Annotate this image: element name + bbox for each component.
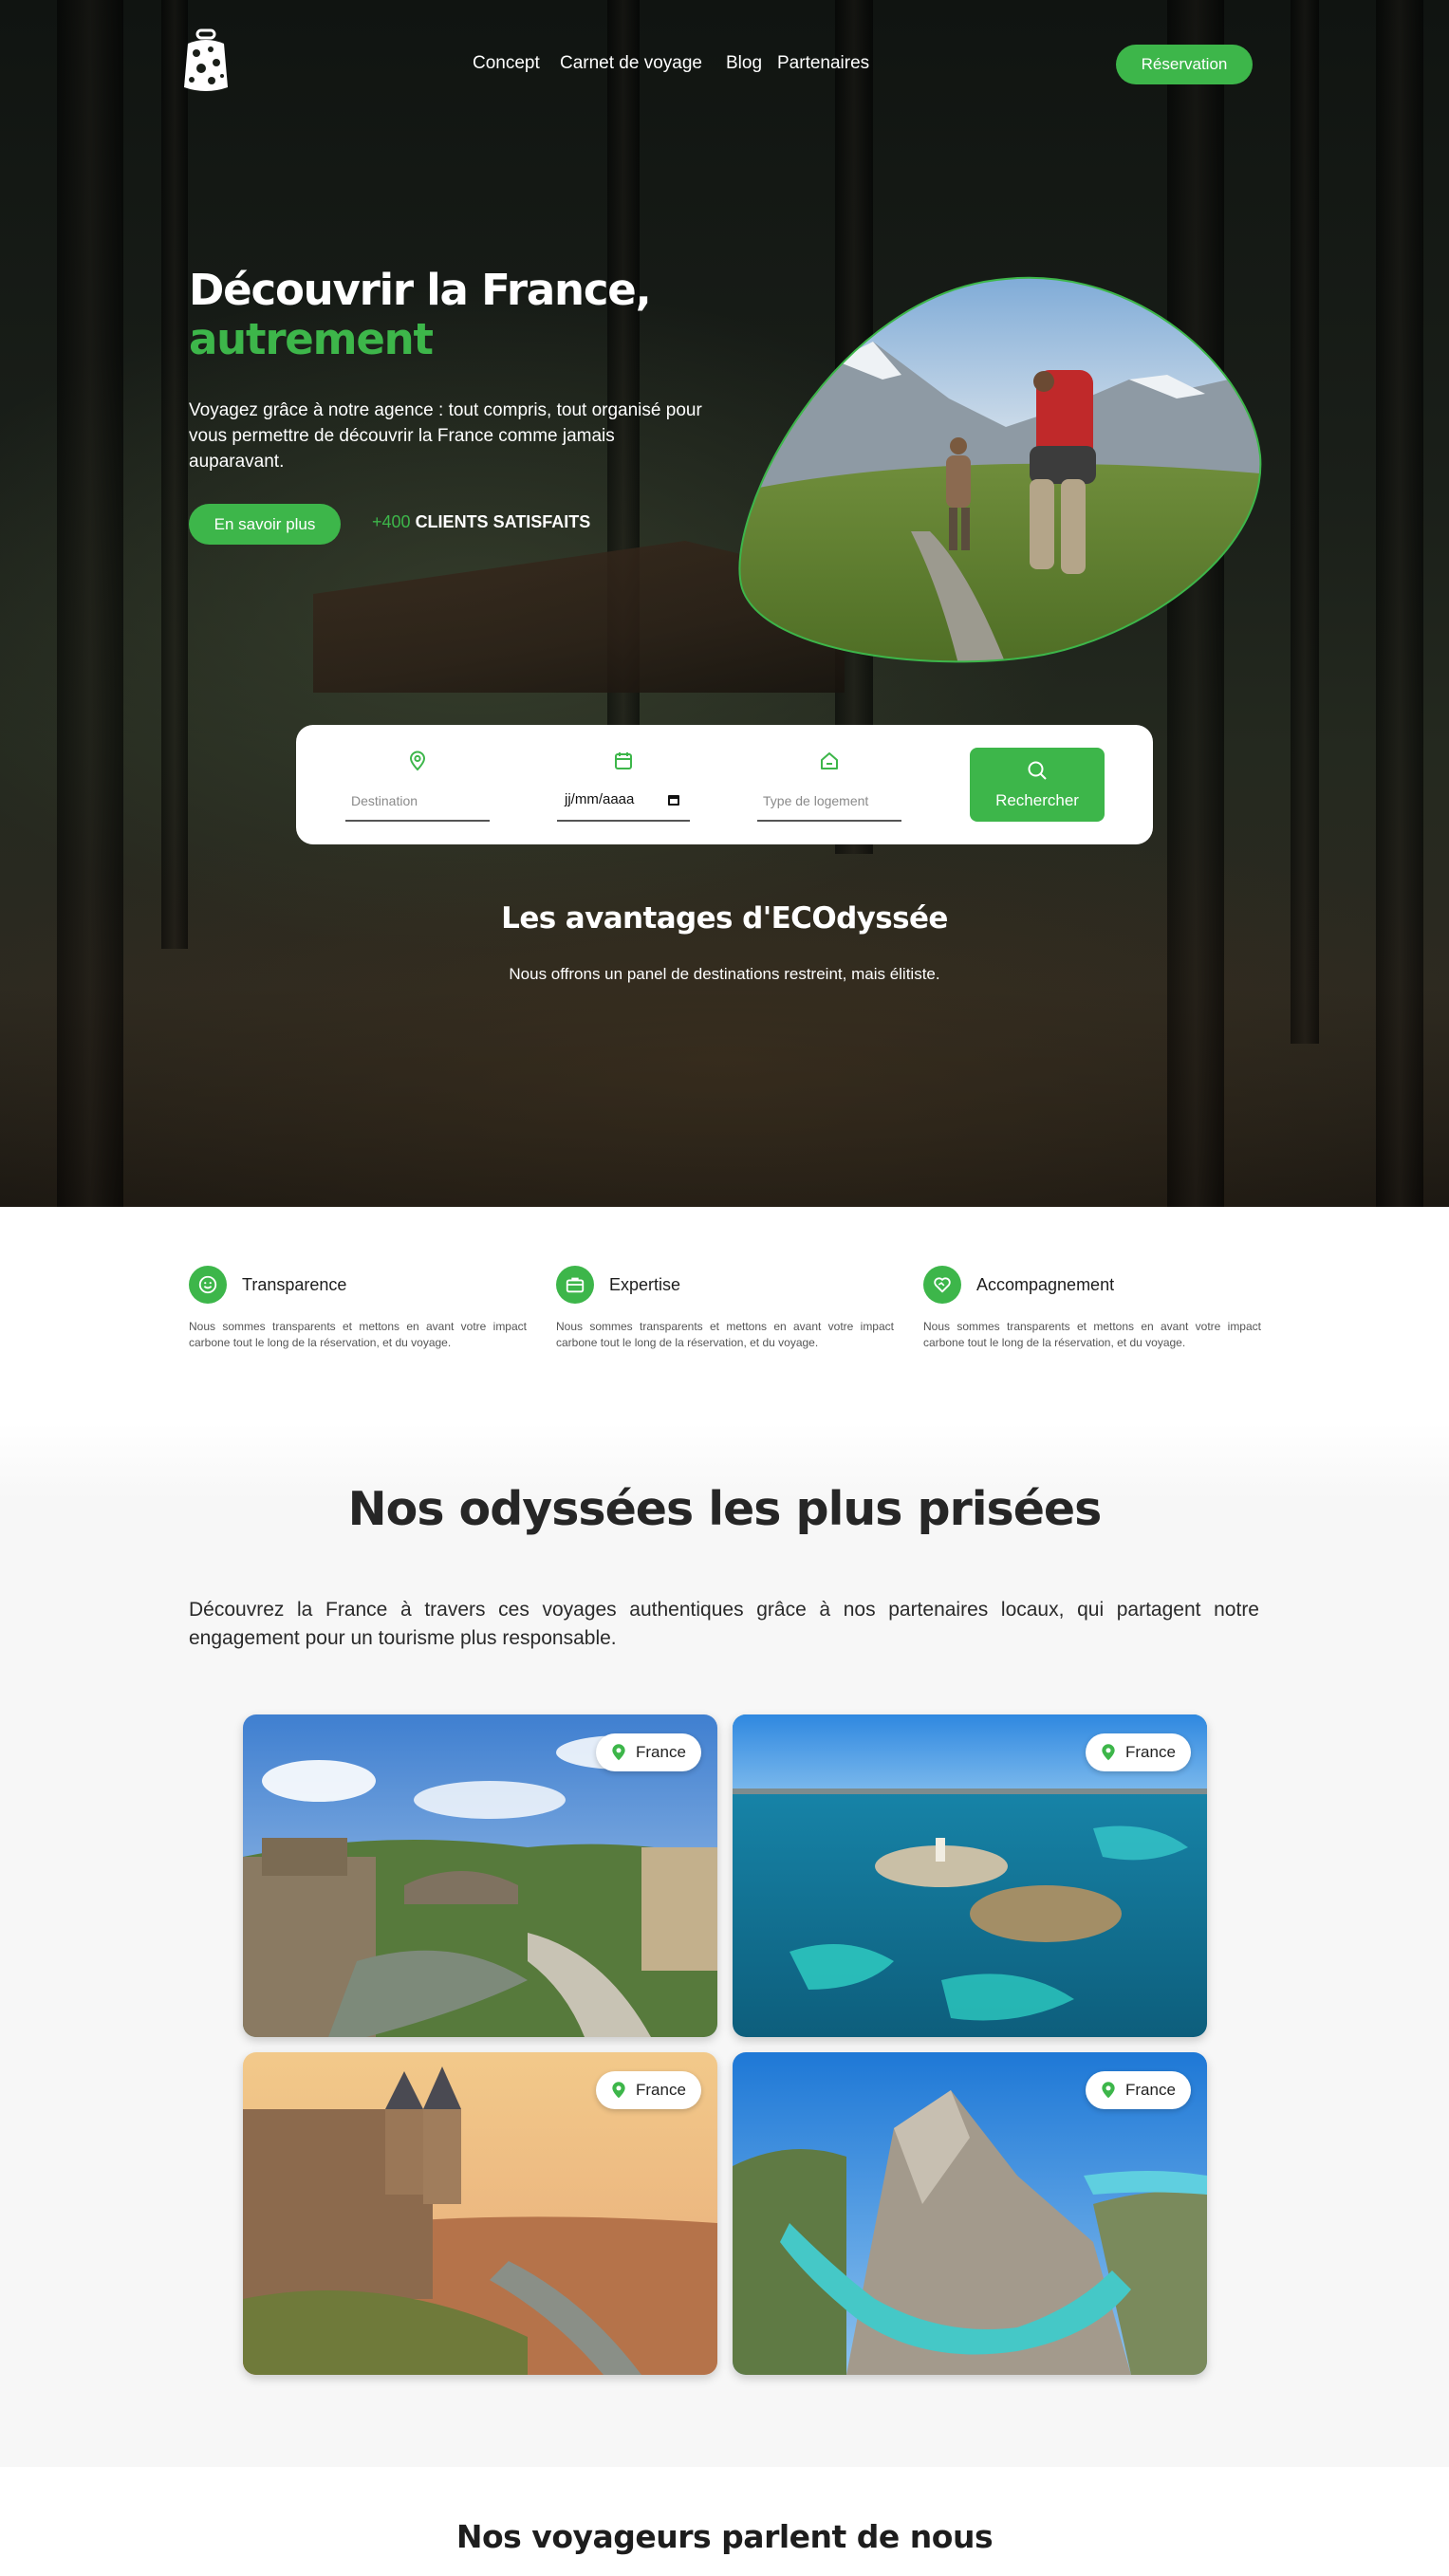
location-label: France <box>1125 1743 1176 1761</box>
home-icon <box>821 752 838 769</box>
advantages-title: Les avantages d'ECOdyssée <box>501 901 948 936</box>
date-field[interactable]: jj/mm/aaaa <box>557 725 690 844</box>
location-badge: France <box>596 2071 701 2109</box>
location-pin-icon <box>612 1744 625 1761</box>
location-label: France <box>1125 2081 1176 2099</box>
location-badge: France <box>1086 2071 1191 2109</box>
feature-title: Accompagnement <box>976 1275 1115 1294</box>
hikers-image <box>738 276 1262 663</box>
testimonials-title: Nos voyageurs parlent de nous <box>455 2518 994 2555</box>
odyssees-section <box>0 1423 1449 2467</box>
location-badge: France <box>1086 1733 1191 1771</box>
destination-card[interactable]: France <box>733 2052 1207 2375</box>
date-picker-icon[interactable] <box>667 793 680 806</box>
search-button-label: Rechercher <box>995 791 1079 809</box>
location-pin-icon <box>1102 1744 1115 1761</box>
location-pin-icon <box>612 2082 625 2099</box>
feature-text: Nous sommes transparents et mettons en a… <box>556 1320 894 1349</box>
feature-text: Nous sommes transparents et mettons en a… <box>189 1320 527 1349</box>
smile-icon <box>189 1266 227 1304</box>
destination-card[interactable]: France <box>243 2052 717 2375</box>
location-pin-icon <box>1102 2082 1115 2099</box>
feature-title: Expertise <box>609 1275 681 1294</box>
search-icon <box>1028 761 1047 780</box>
odyssees-text: Découvrez la France à travers ces voyage… <box>189 1599 1259 1649</box>
advantages-subtitle: Nous offrons un panel de destinations re… <box>509 965 940 983</box>
odyssees-title: Nos odyssées les plus prisées <box>347 1482 1103 1536</box>
briefcase-icon <box>556 1266 594 1304</box>
search-bar: Destination jj/mm/aaaa Type de logement … <box>296 725 1153 844</box>
date-value: jj/mm/aaaa <box>565 791 635 807</box>
destination-placeholder: Destination <box>351 793 418 808</box>
map-pin-icon <box>409 751 426 771</box>
heart-handshake-icon <box>923 1266 961 1304</box>
feature-title: Transparence <box>242 1275 347 1294</box>
search-button[interactable]: Rechercher <box>970 748 1105 822</box>
destination-field[interactable]: Destination <box>345 725 490 844</box>
lodging-type-field[interactable]: Type de logement <box>757 725 901 844</box>
location-label: France <box>636 2081 686 2099</box>
destination-card[interactable]: France <box>733 1714 1207 2037</box>
location-label: France <box>636 1743 686 1761</box>
feature-text: Nous sommes transparents et mettons en a… <box>923 1320 1261 1349</box>
lodging-placeholder: Type de logement <box>763 793 869 808</box>
calendar-icon <box>615 752 632 769</box>
location-badge: France <box>596 1733 701 1771</box>
destination-card[interactable]: France <box>243 1714 717 2037</box>
